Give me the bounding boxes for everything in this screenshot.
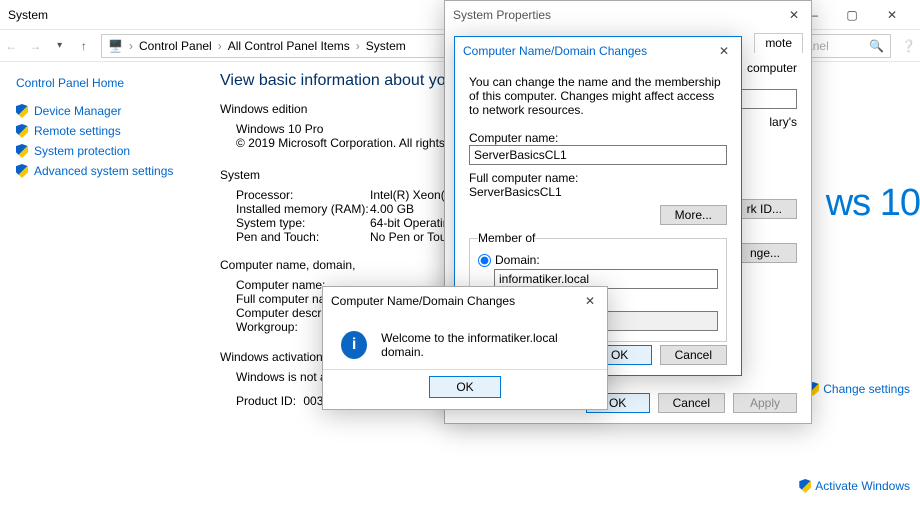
shield-icon [16,144,28,158]
dialog-titlebar: Computer Name/Domain Changes ✕ [455,37,741,65]
control-panel-icon: 🖥️ [108,39,123,53]
sidebar-advanced-settings[interactable]: Advanced system settings [16,164,194,178]
recent-dropdown[interactable]: ▾ [53,35,67,57]
shield-icon [799,479,811,493]
chevron-right-icon: › [356,39,360,53]
msgbox-ok-button[interactable]: OK [429,376,500,398]
shield-icon [16,104,28,118]
sidebar-system-protection[interactable]: System protection [16,144,194,158]
intro-text: You can change the name and the membersh… [469,75,727,117]
domchg-cancel-button[interactable]: Cancel [660,345,727,365]
more-button[interactable]: More... [660,205,727,225]
label-ram: Installed memory (RAM): [220,202,370,216]
dialog-titlebar: Computer Name/Domain Changes ✕ [323,287,607,315]
windows-logo-text: ws 10 [826,182,920,225]
crumb-control-panel[interactable]: Control Panel [139,39,212,53]
sysprops-cancel-button[interactable]: Cancel [658,393,725,413]
window-title: System [8,8,48,22]
computer-name-label: Computer name: [469,131,727,145]
shield-icon [16,164,28,178]
help-icon[interactable]: ❔ [901,39,916,53]
close-icon[interactable]: ✕ [715,44,733,58]
tab-remote[interactable]: mote [754,33,803,53]
sidebar: Control Panel Home Device Manager Remote… [0,62,200,518]
label-pen: Pen and Touch: [220,230,370,244]
domain-radio[interactable]: Domain: [478,253,718,267]
forward-button[interactable]: → [28,35,42,57]
close-icon[interactable]: ✕ [785,8,803,22]
full-computer-name-value: ServerBasicsCL1 [469,185,727,199]
label-processor: Processor: [220,188,370,202]
chevron-right-icon: › [218,39,222,53]
shield-icon [16,124,28,138]
dialog-titlebar: System Properties ✕ [445,1,811,29]
change-settings-link[interactable]: Change settings [807,382,910,396]
member-of-legend: Member of [478,231,535,245]
crumb-all-items[interactable]: All Control Panel Items [228,39,350,53]
close-icon[interactable]: ✕ [581,294,599,308]
search-icon: 🔍 [869,39,884,53]
dialog-title: Computer Name/Domain Changes [331,294,515,308]
message-text: Welcome to the informatiker.local domain… [381,331,589,359]
back-button[interactable]: ← [4,35,18,57]
activate-windows-link[interactable]: Activate Windows [799,479,910,493]
chevron-right-icon: › [129,39,133,53]
maximize-button[interactable]: ▢ [832,1,872,29]
sidebar-remote-settings[interactable]: Remote settings [16,124,194,138]
sysprops-apply-button[interactable]: Apply [733,393,797,413]
sidebar-device-manager[interactable]: Device Manager [16,104,194,118]
control-panel-home-link[interactable]: Control Panel Home [16,76,194,90]
full-computer-name-label: Full computer name: [469,171,727,185]
info-icon: i [341,331,367,359]
dialog-title: Computer Name/Domain Changes [463,44,647,58]
change-button[interactable]: nge... [733,243,797,263]
product-id-label: Product ID: [236,394,296,408]
label-systype: System type: [220,216,370,230]
close-button[interactable]: ✕ [872,1,912,29]
computer-name-input[interactable] [469,145,727,165]
up-button[interactable]: ↑ [77,35,91,57]
dialog-title: System Properties [453,8,551,22]
welcome-message-box: Computer Name/Domain Changes ✕ i Welcome… [322,286,608,410]
crumb-system[interactable]: System [366,39,406,53]
